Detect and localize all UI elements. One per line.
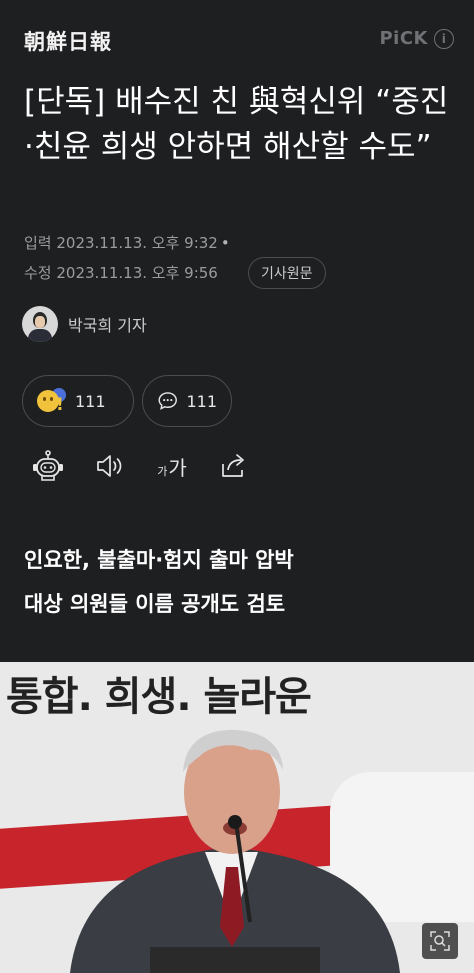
font-size-icon: 가가: [157, 452, 187, 481]
font-small-glyph: 가: [157, 464, 168, 478]
share-icon: [222, 454, 244, 477]
original-article-button[interactable]: 기사원문: [248, 257, 326, 289]
pick-label: PiCK: [379, 28, 428, 49]
published-date-text: 입력 2023.11.13. 오후 9:32: [24, 234, 218, 252]
pick-badge[interactable]: PiCK i: [379, 28, 454, 49]
article-photo[interactable]: 통합. 희생. 놀라운: [0, 662, 474, 973]
reporter-name[interactable]: 박국희 기자: [68, 312, 147, 336]
subhead-line-1: 인요한, 불출마·험지 출마 압박: [24, 548, 294, 572]
robot-button[interactable]: [30, 448, 66, 484]
zoom-button[interactable]: [422, 923, 458, 959]
reaction-button[interactable]: ! 111: [22, 375, 134, 427]
separator-dot: •: [220, 234, 230, 252]
article-subhead: 인요한, 불출마·험지 출마 압박 대상 의원들 이름 공개도 검토: [24, 538, 294, 626]
font-large-glyph: 가: [168, 455, 187, 480]
article-headline: [단독] 배수진 친 與혁신위 “중진·친윤 희생 안하면 해산할 수도”: [24, 84, 449, 165]
speaker-icon: [97, 455, 122, 477]
comment-button[interactable]: 111: [142, 375, 232, 427]
listen-button[interactable]: [94, 448, 126, 484]
reaction-count: 111: [75, 391, 106, 411]
newspaper-logo[interactable]: 朝鮮日報: [24, 26, 112, 56]
modified-date: 수정 2023.11.13. 오후 9:56: [24, 264, 218, 282]
subhead-line-2: 대상 의원들 이름 공개도 검토: [24, 592, 286, 616]
reporter-info[interactable]: 박국희 기자: [22, 306, 147, 342]
speaker-person-figure: [70, 730, 400, 973]
share-button[interactable]: [216, 448, 250, 484]
article-toolbar: 가가: [30, 448, 260, 484]
comment-icon: [158, 392, 177, 410]
robot-icon: [33, 450, 63, 481]
font-size-button[interactable]: 가가: [154, 448, 190, 484]
reporter-avatar[interactable]: [22, 306, 58, 342]
published-date: 입력 2023.11.13. 오후 9:32 •: [24, 232, 230, 253]
zoom-icon: [430, 931, 450, 951]
comment-count: 111: [186, 391, 217, 411]
reaction-emoji-icon: !: [37, 388, 67, 414]
top-bar: 朝鮮日報 PiCK i: [0, 0, 474, 80]
info-icon[interactable]: i: [434, 28, 454, 49]
